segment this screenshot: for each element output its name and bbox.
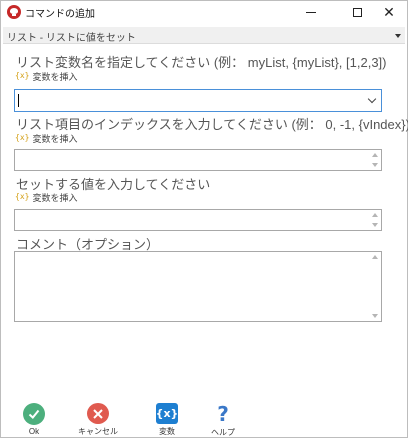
insert-variable-link-1[interactable]: {x} 変数を挿入 <box>15 70 77 82</box>
scroll-up-icon[interactable] <box>372 153 378 157</box>
help-label: ヘルプ <box>211 428 235 437</box>
command-select[interactable]: リスト - リストに値をセット <box>3 27 405 44</box>
close-button[interactable]: ✕ <box>369 1 408 23</box>
scrollbar[interactable] <box>369 252 381 321</box>
insert-variable-link-2[interactable]: {x} 変数を挿入 <box>15 132 77 144</box>
list-name-combobox[interactable] <box>14 89 382 112</box>
variable-icon: {x} <box>15 133 30 142</box>
index-input[interactable] <box>14 149 382 171</box>
scroll-down-icon[interactable] <box>372 223 378 227</box>
text-cursor <box>18 94 19 107</box>
insert-variable-label: 変数を挿入 <box>32 192 78 203</box>
cancel-icon <box>87 403 109 424</box>
ok-button[interactable]: Ok <box>4 403 64 437</box>
window-title: コマンドの追加 <box>25 9 95 20</box>
cancel-button[interactable]: キャンセル <box>68 403 128 437</box>
command-select-value: リスト - リストに値をセット <box>7 33 136 44</box>
variables-button[interactable]: {x} 変数 <box>137 403 197 437</box>
scroll-up-icon[interactable] <box>372 213 378 217</box>
maximize-icon <box>352 7 362 17</box>
list-name-label: リスト変数名を指定してください (例： myList, {myList}, [1… <box>16 55 387 70</box>
insert-variable-label: 変数を挿入 <box>32 133 78 144</box>
chevron-down-icon[interactable] <box>367 94 377 104</box>
minimize-button[interactable] <box>291 1 331 23</box>
insert-variable-label: 変数を挿入 <box>32 71 78 82</box>
variable-icon: {x} <box>15 192 30 201</box>
scrollbar[interactable] <box>369 210 381 230</box>
checkmark-icon <box>23 403 45 425</box>
index-label: リスト項目のインデックスを入力してください (例： 0, -1, {vIndex… <box>16 117 408 132</box>
help-button[interactable]: ? ヘルプ <box>193 402 253 437</box>
scroll-up-icon[interactable] <box>372 255 378 259</box>
add-command-dialog: コマンドの追加 ✕ リスト - リストに値をセット リスト変数名を指定してくださ… <box>0 0 408 438</box>
variables-icon: {x} <box>156 403 178 424</box>
scrollbar[interactable] <box>369 150 381 170</box>
variables-label: 変数 <box>159 427 175 436</box>
minimize-icon <box>306 11 316 13</box>
value-input[interactable] <box>14 209 382 231</box>
insert-variable-link-3[interactable]: {x} 変数を挿入 <box>15 191 77 203</box>
close-icon: ✕ <box>383 3 395 20</box>
cancel-label: キャンセル <box>78 427 118 436</box>
ok-label: Ok <box>28 427 40 436</box>
scroll-down-icon[interactable] <box>372 163 378 167</box>
dropdown-arrow-icon <box>395 34 401 38</box>
help-icon: ? <box>217 402 229 426</box>
app-logo-icon <box>7 5 21 19</box>
comment-textarea[interactable] <box>14 251 382 322</box>
title-bar: コマンドの追加 ✕ <box>1 1 407 23</box>
scroll-down-icon[interactable] <box>372 314 378 318</box>
variable-icon: {x} <box>15 71 30 80</box>
